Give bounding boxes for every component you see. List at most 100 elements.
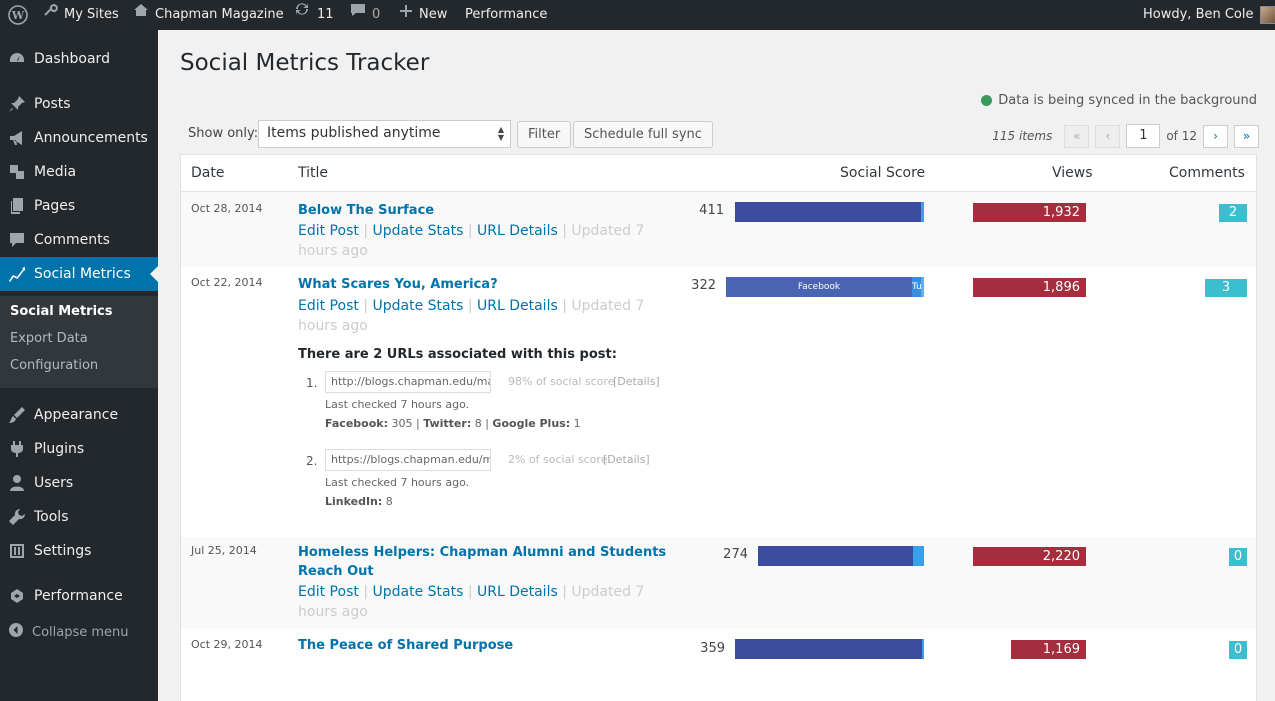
my-sites-link[interactable]: My Sites	[42, 0, 119, 30]
submenu-export-data[interactable]: Export Data	[10, 331, 88, 346]
url-details-link[interactable]: [Details]	[613, 375, 660, 388]
sidebar-item-dashboard[interactable]: Dashboard	[0, 42, 158, 76]
comments-link[interactable]: 0	[350, 0, 380, 30]
row-date: Oct 29, 2014	[191, 638, 263, 651]
comments-badge: 0	[1229, 641, 1247, 659]
chart-icon	[8, 265, 26, 283]
row-title-link[interactable]: Below The Surface	[298, 201, 668, 220]
row-title-link[interactable]: The Peace of Shared Purpose	[298, 636, 668, 655]
comments-badge: 2	[1219, 204, 1247, 222]
date-filter-value: Items published anytime	[267, 125, 441, 141]
google-plus-segment	[921, 277, 924, 297]
wordpress-logo-icon[interactable]: W	[8, 0, 28, 30]
sync-status: Data is being synced in the background	[981, 93, 1257, 108]
submenu-social-metrics[interactable]: Social Metrics	[10, 304, 113, 319]
first-page-button[interactable]: «	[1064, 124, 1090, 148]
url-input[interactable]: https://blogs.chapman.edu/m	[325, 449, 491, 471]
column-header-title[interactable]: Title	[298, 165, 328, 181]
table-row: Jul 25, 2014 Homeless Helpers: Chapman A…	[181, 537, 1256, 629]
plug-icon	[8, 440, 26, 458]
update-stats-link[interactable]: Update Stats	[372, 223, 463, 239]
row-title-link[interactable]: Homeless Helpers: Chapman Alumni and Stu…	[298, 543, 668, 581]
sidebar-item-label: Performance	[34, 588, 123, 604]
sidebar-item-appearance[interactable]: Appearance	[0, 398, 158, 432]
social-metrics-table: Date Title Social Score Views Comments O…	[180, 154, 1257, 701]
row-title-link[interactable]: What Scares You, America?	[298, 275, 668, 294]
avatar	[1259, 6, 1275, 24]
collapse-arrow-icon	[8, 622, 24, 642]
column-header-date[interactable]: Date	[191, 165, 224, 181]
main-content: Social Metrics Tracker Data is being syn…	[158, 30, 1275, 701]
row-actions: Edit Post | Update Stats | URL Details |…	[298, 584, 645, 620]
url-details-link[interactable]: URL Details	[477, 584, 558, 600]
row-date: Oct 28, 2014	[191, 202, 263, 215]
url-details-link[interactable]: [Details]	[603, 453, 650, 466]
media-icon	[8, 163, 26, 181]
column-header-social-score[interactable]: Social Score	[840, 165, 925, 181]
site-name-link[interactable]: Chapman Magazine	[133, 0, 284, 30]
sidebar-item-posts[interactable]: Posts	[0, 87, 158, 121]
sidebar-item-label: Announcements	[34, 130, 148, 146]
url-details-link[interactable]: URL Details	[477, 223, 558, 239]
sync-status-text: Data is being synced in the background	[998, 93, 1257, 108]
sidebar-item-tools[interactable]: Tools	[0, 500, 158, 534]
new-content-link[interactable]: New	[399, 0, 447, 30]
sidebar-item-social-metrics[interactable]: Social Metrics	[0, 257, 158, 291]
url-item: 2. https://blogs.chapman.edu/m 2% of soc…	[306, 449, 706, 519]
sidebar-item-label: Appearance	[34, 407, 119, 423]
column-header-comments[interactable]: Comments	[1169, 165, 1245, 181]
url-input[interactable]: http://blogs.chapman.edu/ma	[325, 371, 491, 393]
comments-badge: 3	[1205, 279, 1247, 297]
page-title: Social Metrics Tracker	[180, 50, 430, 76]
collapse-menu-button[interactable]: Collapse menu	[8, 622, 129, 642]
column-header-views[interactable]: Views	[1052, 165, 1093, 181]
submenu-configuration[interactable]: Configuration	[10, 358, 98, 373]
schedule-full-sync-button[interactable]: Schedule full sync	[573, 121, 713, 148]
row-actions: Edit Post | Update Stats | URL Details |…	[298, 298, 645, 334]
admin-bar: W My Sites Chapman Magazine 11 0 New Per…	[0, 0, 1275, 30]
pagination: 115 items « ‹ 1 of 12 › »	[992, 124, 1259, 148]
sync-status-dot	[981, 95, 993, 106]
performance-link[interactable]: Performance	[465, 0, 547, 30]
sidebar-item-performance[interactable]: Performance	[0, 579, 158, 613]
views-bar: 2,220	[973, 547, 1086, 566]
updates-link[interactable]: 11	[293, 0, 334, 30]
prev-page-button[interactable]: ‹	[1095, 124, 1121, 148]
user-account-menu[interactable]: Howdy, Ben Cole	[1143, 0, 1275, 30]
collapse-menu-label: Collapse menu	[32, 624, 129, 640]
settings-icon	[8, 542, 26, 560]
current-page-input[interactable]: 1	[1126, 124, 1161, 148]
sidebar-item-label: Social Metrics	[34, 266, 131, 282]
total-pages: of 12	[1166, 129, 1197, 143]
edit-post-link[interactable]: Edit Post	[298, 223, 359, 239]
next-page-button[interactable]: ›	[1203, 124, 1228, 148]
edit-post-link[interactable]: Edit Post	[298, 584, 359, 600]
site-name-label: Chapman Magazine	[155, 7, 284, 22]
row-date: Oct 22, 2014	[191, 276, 263, 289]
performance-label: Performance	[465, 7, 548, 22]
edit-post-link[interactable]: Edit Post	[298, 298, 359, 314]
sidebar-item-plugins[interactable]: Plugins	[0, 432, 158, 466]
sidebar-item-pages[interactable]: Pages	[0, 189, 158, 223]
twitter-segment	[913, 546, 924, 566]
comment-bubble-icon	[350, 0, 366, 30]
url-score-percent: 98% of social score	[508, 375, 615, 388]
update-stats-link[interactable]: Update Stats	[372, 584, 463, 600]
sidebar-item-users[interactable]: Users	[0, 466, 158, 500]
update-stats-link[interactable]: Update Stats	[372, 298, 463, 314]
sidebar-item-comments[interactable]: Comments	[0, 223, 158, 257]
social-score-bar	[735, 639, 924, 659]
filter-button[interactable]: Filter	[517, 121, 572, 148]
pin-icon	[8, 95, 26, 113]
sidebar-item-settings[interactable]: Settings	[0, 534, 158, 568]
facebook-segment: Facebook	[726, 277, 912, 297]
last-page-button[interactable]: »	[1234, 124, 1259, 148]
sidebar-item-announcements[interactable]: Announcements	[0, 121, 158, 155]
current-menu-arrow	[150, 266, 158, 282]
sidebar-item-media[interactable]: Media	[0, 155, 158, 189]
comments-count: 0	[372, 7, 381, 22]
facebook-segment	[758, 546, 913, 566]
date-filter-select[interactable]: Items published anytime ▲ ▼	[258, 120, 511, 148]
pages-icon	[8, 197, 26, 215]
url-details-link[interactable]: URL Details	[477, 298, 558, 314]
